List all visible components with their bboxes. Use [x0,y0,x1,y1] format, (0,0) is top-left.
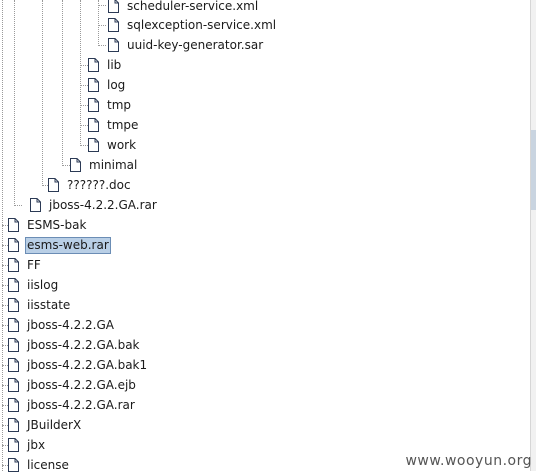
tree-node[interactable]: iislog [8,275,60,295]
tree-node-label: log [107,77,126,92]
tree-node[interactable]: jboss-4.2.2.GA [8,315,116,335]
file-icon [30,198,41,212]
tree-node[interactable]: minimal [70,155,139,175]
watermark: www.wooyun.org [405,453,532,469]
tree-guide-line [98,0,99,46]
tree-node-label: jboss-4.2.2.GA.ejb [27,377,136,392]
tree-node[interactable]: sqlexception-service.xml [108,15,278,35]
file-icon [8,458,19,472]
tree-node-label: iislog [27,277,59,292]
tree-node-label: jboss-4.2.2.GA.bak1 [27,357,148,372]
tree-connector [98,25,106,26]
file-icon [88,58,99,72]
tree-node-label: ??????.doc [67,177,131,192]
file-icon [108,38,119,52]
tree-node-label: work [107,137,137,152]
tree-node[interactable]: tmpe [88,115,140,135]
tree-node-label: FF [27,257,41,272]
file-icon [8,278,19,292]
tree-node[interactable]: jboss-4.2.2.GA.bak1 [8,355,149,375]
tree-node[interactable]: log [88,75,127,95]
file-icon [88,138,99,152]
tree-node-label: tmp [107,97,132,112]
file-icon [108,0,119,13]
tree-node[interactable]: jboss-4.2.2.GA.rar [30,195,159,215]
tree-node[interactable]: lib [88,55,123,75]
tree-node-label: jboss-4.2.2.GA.bak [27,337,140,352]
tree-connector [14,205,22,206]
file-icon [88,118,99,132]
tree-node-label: uuid-key-generator.sar [127,37,264,52]
tree-node-label: scheduler-service.xml [127,0,259,13]
tree-node[interactable]: jboss-4.2.2.GA.bak [8,335,142,355]
scrollbar-thumb[interactable] [531,130,536,210]
tree-node[interactable]: ??????.doc [48,175,133,195]
file-icon [8,318,19,332]
file-icon [8,338,19,352]
file-tree: scheduler-service.xml sqlexception-servi… [0,0,531,472]
tree-node[interactable]: jboss-4.2.2.GA.rar [8,395,137,415]
tree-guide-line [42,0,43,186]
tree-node-label: license [27,457,69,472]
file-icon [8,398,19,412]
file-icon [8,438,19,452]
file-icon [88,78,99,92]
file-icon [8,358,19,372]
tree-node[interactable]: FF [8,255,43,275]
tree-node-label: ESMS-bak [27,217,87,232]
tree-guide-line [14,0,15,206]
tree-node-selected[interactable]: esms-web.rar [8,235,111,255]
tree-node[interactable]: jbx [8,435,47,455]
tree-node[interactable]: scheduler-service.xml [108,0,260,16]
file-icon [8,218,19,232]
tree-connector [80,105,88,106]
tree-node-label: iisstate [27,297,71,312]
file-icon [8,298,19,312]
tree-connector [98,5,106,6]
tree-node-label: jboss-4.2.2.GA.rar [27,397,135,412]
tree-node[interactable]: license [8,455,71,475]
file-icon [8,258,19,272]
tree-node[interactable]: JBuilderX [8,415,83,435]
tree-node-label: lib [107,57,122,72]
tree-guide-line [2,0,3,471]
tree-node-label: jbx [27,437,46,452]
tree-connector [62,165,70,166]
tree-node[interactable]: work [88,135,138,155]
file-icon [70,158,81,172]
tree-node[interactable]: jboss-4.2.2.GA.ejb [8,375,138,395]
tree-connector [80,85,88,86]
tree-node-label: JBuilderX [27,417,82,432]
tree-connector [80,65,88,66]
tree-node[interactable]: ESMS-bak [8,215,88,235]
file-icon [8,378,19,392]
file-icon [8,418,19,432]
tree-node-label: tmpe [107,117,139,132]
tree-node-label: minimal [89,157,138,172]
tree-node-label: jboss-4.2.2.GA.rar [49,197,157,212]
tree-node[interactable]: iisstate [8,295,72,315]
tree-node-label: esms-web.rar [25,236,111,254]
tree-node[interactable]: tmp [88,95,133,115]
tree-node-label: jboss-4.2.2.GA [27,317,114,332]
tree-node-label: sqlexception-service.xml [127,17,277,32]
file-icon [8,238,19,252]
vertical-scrollbar[interactable] [530,0,536,471]
file-icon [88,98,99,112]
tree-connector [80,125,88,126]
tree-connector [80,145,88,146]
file-icon [48,178,59,192]
tree-connector [98,45,106,46]
file-icon [108,18,119,32]
tree-node[interactable]: uuid-key-generator.sar [108,35,265,55]
tree-guide-line [62,0,63,166]
